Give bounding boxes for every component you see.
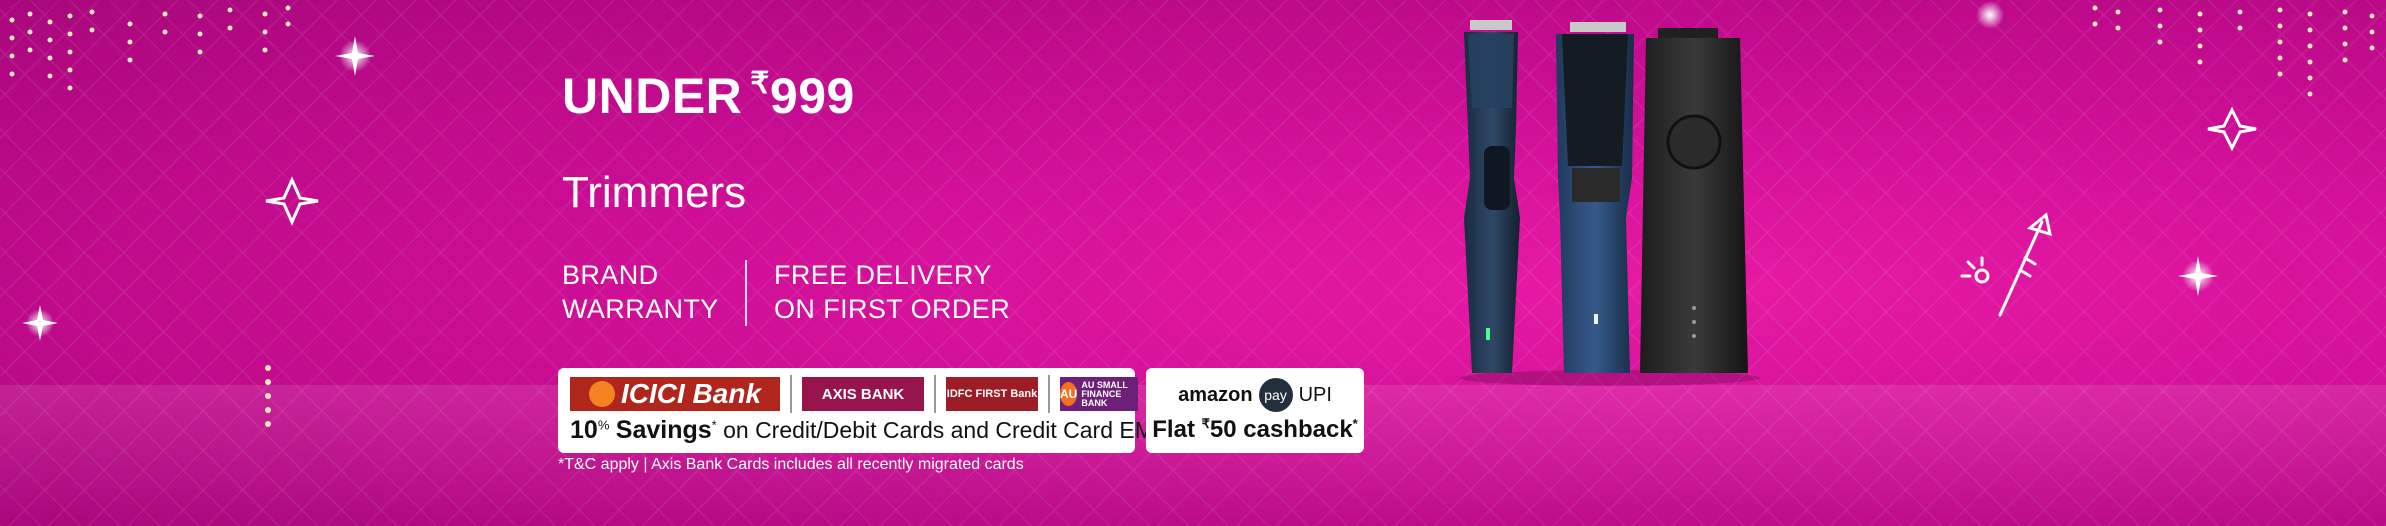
logo-separator	[1048, 375, 1050, 413]
amazon-pay-logo: amazon pay UPI	[1146, 378, 1364, 412]
headline-currency: ₹	[750, 67, 770, 100]
logo-separator	[934, 375, 936, 413]
feature-line: WARRANTY	[562, 294, 719, 324]
cashback-asterisk: *	[1352, 416, 1358, 431]
bank-logos: ICICI Bank AXIS BANK IDFC FIRST Bank AU …	[570, 375, 1138, 413]
feature-line: FREE DELIVERY	[774, 260, 992, 290]
idfc-bank-logo: IDFC FIRST Bank	[946, 377, 1038, 411]
terms-and-conditions: *T&C apply | Axis Bank Cards includes al…	[558, 456, 1024, 473]
offer-savings: Savings	[615, 416, 712, 444]
au-bank-logo: AU AU SMALL FINANCE BANK	[1060, 377, 1138, 411]
feature-brand-warranty: BRAND WARRANTY	[562, 258, 719, 326]
au-logo-text: AU SMALL FINANCE BANK	[1081, 379, 1128, 408]
icici-logo-text: ICICI Bank	[620, 378, 762, 409]
feature-free-delivery: FREE DELIVERY ON FIRST ORDER	[774, 258, 1010, 326]
logo-separator	[790, 375, 792, 413]
headline-price: UNDER ₹999	[562, 66, 855, 125]
axis-bank-logo: AXIS BANK	[802, 377, 924, 411]
bank-offer-card[interactable]: ICICI Bank AXIS BANK IDFC FIRST Bank AU …	[558, 368, 1169, 453]
offer-details: on Credit/Debit Cards and Credit Card EM…	[716, 417, 1170, 443]
upi-label: UPI	[1298, 383, 1332, 406]
feature-divider	[745, 260, 747, 326]
feature-line: ON FIRST ORDER	[774, 294, 1011, 324]
cashback-amount: 50 cashback	[1209, 416, 1353, 443]
bank-offer-text: 10% Savings* on Credit/Debit Cards and C…	[570, 416, 1169, 445]
pay-badge-icon: pay	[1258, 378, 1293, 412]
trimmer-black	[1640, 28, 1748, 373]
idfc-logo-text: IDFC FIRST Bank	[946, 387, 1038, 400]
cashback-text: Flat ₹50 cashback*	[1146, 416, 1364, 444]
amazon-pay-upi-card[interactable]: amazon pay UPI Flat ₹50 cashback*	[1146, 368, 1364, 453]
icici-bank-logo: ICICI Bank	[570, 377, 780, 411]
trimmer-blue	[1556, 22, 1634, 373]
offer-percent: 10	[570, 416, 598, 444]
icici-mark-icon	[588, 381, 615, 407]
amazon-wordmark: amazon	[1178, 383, 1253, 406]
headline-amount: 999	[769, 68, 855, 124]
cashback-flat: Flat	[1152, 416, 1202, 443]
cashback-currency: ₹	[1201, 416, 1210, 431]
au-logo-mark: AU	[1060, 382, 1078, 406]
trimmer-blue-dark	[1464, 20, 1520, 373]
trimmer-product-image[interactable]	[1450, 18, 1770, 388]
headline-prefix: UNDER	[562, 68, 743, 124]
axis-logo-text: AXIS BANK	[821, 385, 905, 403]
feature-line: BRAND	[562, 260, 659, 290]
category-title: Trimmers	[562, 168, 747, 217]
offer-percent-sign: %	[597, 417, 610, 433]
